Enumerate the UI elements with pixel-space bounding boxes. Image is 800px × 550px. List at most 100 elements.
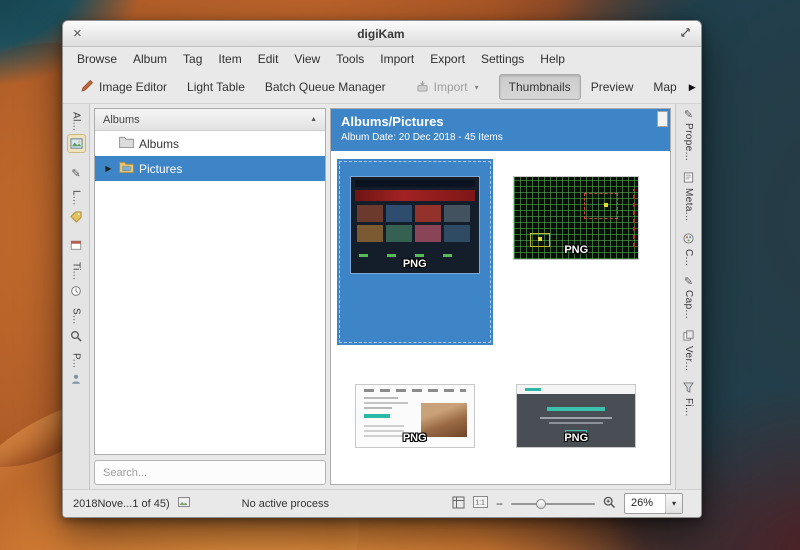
search-icon	[68, 328, 84, 344]
thumb-art	[364, 414, 390, 418]
sidebar-tab-properties[interactable]: ✎ Prope...	[683, 110, 694, 161]
import-device-icon	[416, 80, 429, 95]
zoom-in-icon[interactable]	[603, 496, 616, 512]
expand-arrow-icon[interactable]: ▶	[103, 164, 114, 173]
sort-indicator-icon: ▲	[310, 116, 317, 123]
zoom-100-icon[interactable]: 1:1	[473, 496, 488, 511]
format-badge: PNG	[564, 432, 588, 444]
menu-browse[interactable]: Browse	[69, 49, 125, 69]
zoom-level-combobox[interactable]: 26% ▾	[624, 493, 683, 514]
menu-tag[interactable]: Tag	[175, 49, 210, 69]
person-icon	[68, 371, 84, 387]
image-status-icon	[178, 497, 190, 510]
import-button[interactable]: Import ▾	[406, 74, 489, 101]
sidebar-tab-people[interactable]: P...	[68, 353, 84, 387]
preview-toggle[interactable]: Preview	[581, 74, 644, 100]
left-sidebar-tabs: Al... ✎ L... Ti	[63, 104, 90, 489]
thumb-art	[549, 422, 603, 424]
album-search-box[interactable]	[94, 460, 326, 485]
image-editor-button[interactable]: Image Editor	[71, 73, 177, 101]
zoom-controls: 1:1 − 26% ▾	[452, 493, 691, 514]
light-table-button[interactable]: Light Table	[177, 74, 255, 100]
sidebar-tab-labels[interactable]: L...	[68, 190, 84, 225]
sidebar-tab-versions[interactable]: Ver...	[683, 330, 694, 371]
thumbnail-item-2[interactable]: PNG	[499, 159, 655, 345]
colors-tab-label: C...	[683, 249, 694, 266]
people-tab-label: P...	[71, 353, 82, 368]
batch-queue-manager-button[interactable]: Batch Queue Manager	[255, 74, 396, 100]
folder-pictures-icon	[119, 161, 134, 176]
thumb-art	[364, 389, 466, 392]
sidebar-tab-metadata[interactable]: Meta...	[683, 172, 694, 221]
combobox-dropdown-icon[interactable]: ▾	[665, 494, 682, 513]
menu-export[interactable]: Export	[422, 49, 473, 69]
thumb-art	[355, 180, 475, 187]
menu-import[interactable]: Import	[372, 49, 422, 69]
light-table-label: Light Table	[187, 80, 245, 94]
menu-view[interactable]: View	[286, 49, 328, 69]
folder-icon	[119, 136, 134, 151]
pencil-icon: ✎	[684, 277, 693, 288]
map-toggle[interactable]: Map	[643, 74, 686, 100]
album-banner: Albums/Pictures Album Date: 20 Dec 2018 …	[331, 109, 670, 151]
sidebar-tab-filters[interactable]: Fi...	[683, 382, 694, 417]
tree-row-albums-root[interactable]: Albums	[95, 131, 325, 156]
thumbnail-item-3[interactable]: PNG	[337, 351, 493, 484]
scrollbar-thumb[interactable]	[657, 111, 668, 127]
tag-edit-icon: ✎	[68, 165, 84, 181]
sidebar-tab-captions[interactable]: ✎ Cap...	[683, 277, 694, 319]
sidebar-tab-timeline[interactable]: Ti...	[68, 262, 84, 299]
tree-row-pictures[interactable]: ▶ Pictures	[95, 156, 325, 181]
thumb-art	[547, 407, 605, 411]
versions-icon	[683, 330, 694, 344]
window-title: digiKam	[82, 27, 680, 41]
sidebar-tab-colors[interactable]: C...	[683, 233, 694, 266]
sidebar-tab-search[interactable]: S...	[68, 308, 84, 344]
close-icon[interactable]: ×	[73, 26, 82, 41]
sidebar-tab-dates[interactable]	[68, 234, 84, 253]
thumb-art	[584, 193, 618, 219]
search-input[interactable]	[103, 467, 317, 479]
sidebar-tab-tags[interactable]: ✎	[68, 162, 84, 181]
thumb-art	[540, 417, 612, 419]
thumbnail-item-1[interactable]: PNG	[337, 159, 493, 345]
titlebar[interactable]: × digiKam	[63, 21, 701, 47]
map-label: Map	[653, 80, 676, 94]
zoom-level-value: 26%	[625, 494, 665, 513]
slider-handle[interactable]	[536, 499, 546, 509]
clock-icon	[68, 283, 84, 299]
process-status-text: No active process	[242, 498, 329, 510]
thumbnail-item-4[interactable]: PNG	[499, 351, 655, 484]
menu-edit[interactable]: Edit	[250, 49, 287, 69]
thumbnails-toggle[interactable]: Thumbnails	[499, 74, 581, 100]
menu-settings[interactable]: Settings	[473, 49, 532, 69]
album-banner-subtitle: Album Date: 20 Dec 2018 - 45 Items	[341, 132, 660, 143]
albums-tab-label: Al...	[71, 112, 82, 131]
zoom-out-icon[interactable]: −	[496, 497, 503, 511]
metadata-tab-label: Meta...	[683, 188, 694, 221]
selection-status-text: 2018Nove...1 of 45)	[73, 498, 170, 510]
menu-help[interactable]: Help	[532, 49, 573, 69]
menu-album[interactable]: Album	[125, 49, 175, 69]
versions-tab-label: Ver...	[683, 346, 694, 371]
maximize-icon[interactable]	[680, 25, 691, 43]
slider-track	[511, 503, 595, 505]
thumb-art	[355, 190, 475, 201]
pencil-icon	[81, 79, 94, 95]
menu-item[interactable]: Item	[210, 49, 249, 69]
zoom-slider[interactable]	[511, 497, 595, 511]
tree-column-header[interactable]: Albums ▲	[95, 109, 325, 131]
menu-tools[interactable]: Tools	[328, 49, 372, 69]
format-badge: PNG	[403, 432, 427, 444]
fit-to-window-icon[interactable]	[452, 496, 465, 512]
right-sidebar-tabs: ✎ Prope... Meta... C... ✎ Cap...	[675, 104, 701, 489]
thumb-art	[633, 189, 635, 247]
import-label: Import	[434, 80, 468, 94]
digikam-window: × digiKam Browse Album Tag Item Edit Vie…	[62, 20, 702, 518]
thumb-art	[604, 203, 608, 207]
menubar: Browse Album Tag Item Edit View Tools Im…	[63, 47, 701, 71]
captions-tab-label: Cap...	[683, 290, 694, 319]
toolbar-overflow-arrow[interactable]: ▶	[687, 78, 698, 97]
scrollbar[interactable]	[657, 111, 668, 482]
sidebar-tab-albums[interactable]: Al...	[67, 112, 86, 153]
